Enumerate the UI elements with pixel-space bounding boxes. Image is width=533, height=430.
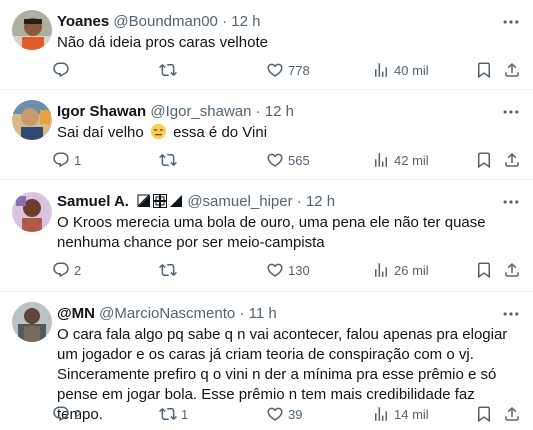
retweet-icon	[159, 405, 177, 423]
like-count: 39	[288, 406, 303, 422]
author-handle[interactable]: @MarcioNascmento	[99, 305, 235, 322]
share-icon	[503, 405, 521, 423]
views-count: 40 mil	[394, 62, 429, 78]
tweet[interactable]: Igor Shawan @Igor_shawan · 12 h Sai daí …	[0, 90, 533, 180]
avatar[interactable]	[12, 192, 52, 232]
bookmark-icon	[475, 61, 493, 79]
author-handle[interactable]: @Boundman00	[113, 13, 217, 30]
retweet-count: 1	[181, 406, 189, 422]
reply-icon	[52, 151, 70, 169]
expressionless-face-emoji	[150, 123, 167, 140]
flag-icon	[153, 194, 168, 208]
retweet-icon	[159, 261, 177, 279]
flag-icon	[137, 194, 151, 208]
retweet-button[interactable]	[159, 150, 181, 170]
timestamp[interactable]: 11 h	[249, 305, 277, 322]
more-icon[interactable]	[501, 192, 521, 212]
reply-icon	[52, 61, 70, 79]
views-button[interactable]: 40 mil	[372, 60, 429, 80]
separator-dot: ·	[296, 193, 302, 210]
heart-icon	[266, 261, 284, 279]
views-icon	[372, 405, 390, 423]
reply-count: 2	[74, 406, 82, 422]
bookmark-button[interactable]	[475, 150, 493, 170]
like-count: 778	[288, 62, 310, 78]
like-button[interactable]: 130	[266, 260, 310, 280]
reply-button[interactable]: 1	[52, 150, 81, 170]
reply-button[interactable]: 2	[52, 260, 81, 280]
views-icon	[372, 261, 390, 279]
tweet[interactable]: Yoanes @Boundman00 · 12 h Não dá ideia p…	[0, 0, 533, 90]
like-count: 130	[288, 262, 310, 278]
flag-icon	[170, 195, 183, 207]
bookmark-icon	[475, 151, 493, 169]
heart-icon	[266, 61, 284, 79]
views-count: 26 mil	[394, 262, 429, 278]
tweet-text: Sai daí velho essa é do Vini	[57, 123, 519, 143]
retweet-button[interactable]	[159, 60, 181, 80]
author-handle[interactable]: @samuel_hiper	[187, 193, 292, 210]
bookmark-button[interactable]	[475, 404, 493, 424]
author-name[interactable]: @MN	[57, 305, 95, 322]
views-icon	[372, 61, 390, 79]
views-button[interactable]: 26 mil	[372, 260, 429, 280]
bookmark-button[interactable]	[475, 60, 493, 80]
separator-dot: ·	[239, 305, 245, 322]
share-button[interactable]	[503, 260, 521, 280]
name-flag-emojis	[137, 194, 183, 208]
bookmark-icon	[475, 405, 493, 423]
views-icon	[372, 151, 390, 169]
like-button[interactable]: 565	[266, 150, 310, 170]
tweet-text-start: Sai daí velho	[57, 124, 144, 141]
timestamp[interactable]: 12 h	[265, 103, 294, 120]
views-button[interactable]: 42 mil	[372, 150, 429, 170]
bookmark-icon	[475, 261, 493, 279]
share-icon	[503, 261, 521, 279]
share-button[interactable]	[503, 404, 521, 424]
reply-count: 1	[74, 152, 82, 168]
views-count: 14 mil	[394, 406, 429, 422]
retweet-icon	[159, 151, 177, 169]
author-handle[interactable]: @Igor_shawan	[150, 103, 251, 120]
separator-dot: ·	[255, 103, 261, 120]
retweet-button[interactable]: 1	[159, 404, 188, 424]
author-name[interactable]: Samuel A.	[57, 193, 129, 210]
views-count: 42 mil	[394, 152, 429, 168]
timestamp[interactable]: 12 h	[231, 13, 260, 30]
separator-dot: ·	[222, 13, 228, 30]
tweet-text: Não dá ideia pros caras velhote	[57, 34, 268, 51]
more-icon[interactable]	[501, 12, 521, 32]
bookmark-button[interactable]	[475, 260, 493, 280]
retweet-icon	[159, 61, 177, 79]
avatar[interactable]	[12, 10, 52, 50]
reply-button[interactable]: 2	[52, 404, 81, 424]
tweet-text: O Kroos merecia uma bola de ouro, uma pe…	[57, 214, 486, 251]
reply-button[interactable]	[52, 60, 74, 80]
retweet-button[interactable]	[159, 260, 181, 280]
views-button[interactable]: 14 mil	[372, 404, 429, 424]
author-name[interactable]: Yoanes	[57, 13, 109, 30]
share-icon	[503, 61, 521, 79]
like-button[interactable]: 778	[266, 60, 310, 80]
avatar[interactable]	[12, 100, 52, 140]
tweet-text-end: essa é do Vini	[173, 124, 268, 141]
share-button[interactable]	[503, 150, 521, 170]
reply-icon	[52, 405, 70, 423]
heart-icon	[266, 151, 284, 169]
tweet[interactable]: @MN @MarcioNascmento · 11 h O cara fala …	[0, 292, 533, 430]
share-button[interactable]	[503, 60, 521, 80]
timestamp[interactable]: 12 h	[306, 193, 335, 210]
like-button[interactable]: 39	[266, 404, 302, 424]
more-icon[interactable]	[501, 102, 521, 122]
avatar[interactable]	[12, 302, 52, 342]
more-icon[interactable]	[501, 304, 521, 324]
heart-icon	[266, 405, 284, 423]
share-icon	[503, 151, 521, 169]
reply-count: 2	[74, 262, 82, 278]
tweet[interactable]: Samuel A. @samuel_hiper · 12 h O Kroos m…	[0, 180, 533, 292]
author-name[interactable]: Igor Shawan	[57, 103, 146, 120]
reply-icon	[52, 261, 70, 279]
like-count: 565	[288, 152, 310, 168]
